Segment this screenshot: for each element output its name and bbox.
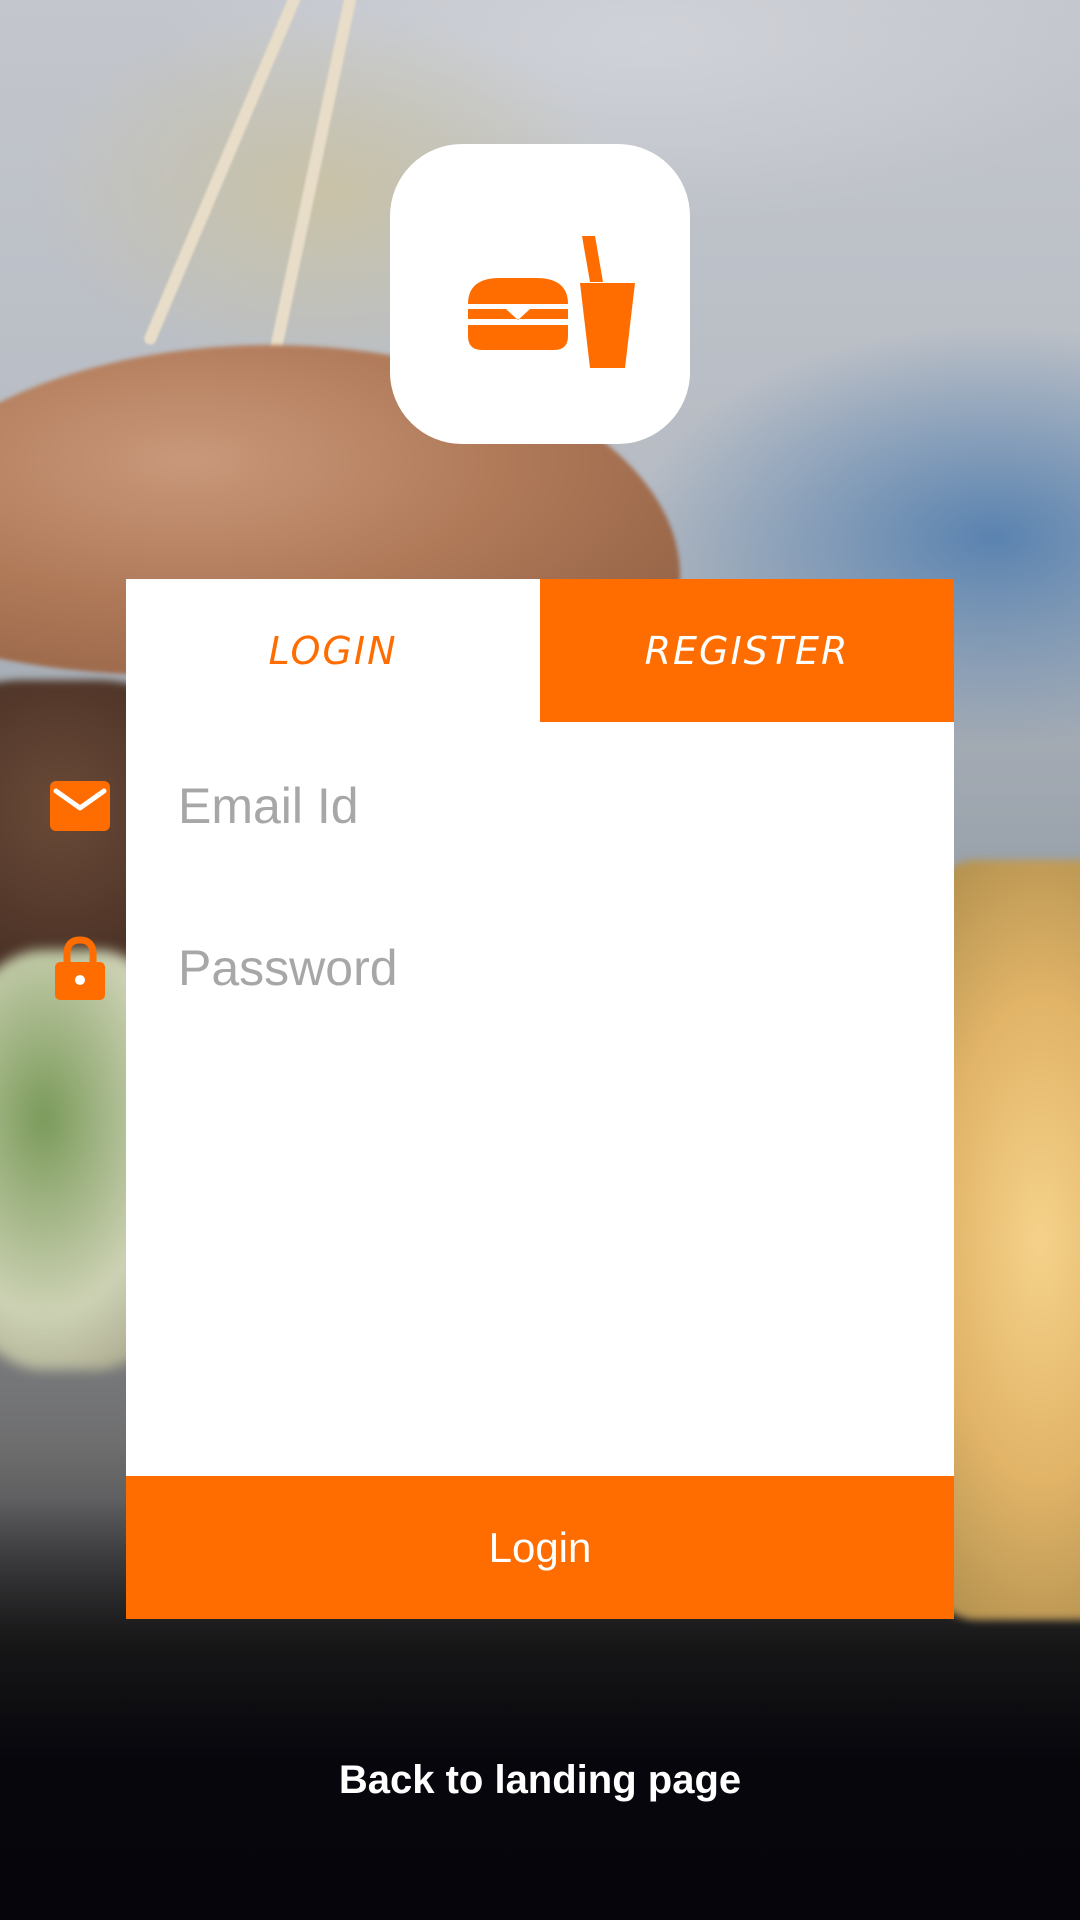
skewer-stick [268, 0, 364, 357]
envelope-icon [50, 776, 110, 836]
auth-tabs: LOGIN REGISTER [126, 579, 954, 722]
login-button[interactable]: Login [126, 1476, 954, 1619]
email-row [0, 756, 828, 856]
password-field[interactable] [176, 927, 780, 1009]
tab-register[interactable]: REGISTER [540, 579, 954, 722]
burger-and-drink-icon [468, 236, 635, 368]
auth-card: LOGIN REGISTER [126, 579, 954, 1619]
email-field[interactable] [176, 765, 780, 847]
lock-icon [50, 936, 110, 1000]
password-row [0, 918, 828, 1018]
tab-login[interactable]: LOGIN [126, 579, 540, 722]
app-logo [390, 144, 690, 444]
back-to-landing-link[interactable]: Back to landing page [0, 1758, 1080, 1803]
